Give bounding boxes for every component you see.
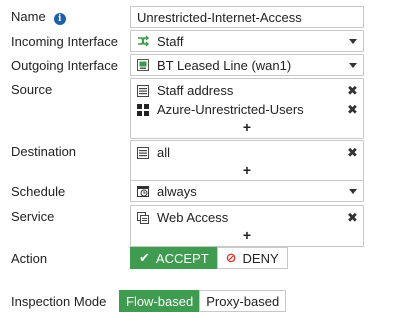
deny-icon: ⊘: [225, 250, 237, 265]
destination-field: all ✖ +: [130, 140, 364, 182]
close-icon[interactable]: ✖: [347, 102, 358, 118]
incoming-interface-label: Incoming Interface: [11, 34, 118, 49]
incoming-interface-select[interactable]: Staff: [130, 30, 364, 52]
accept-label: ACCEPT: [155, 250, 209, 266]
add-source-button[interactable]: +: [137, 119, 357, 135]
service-field: Web Access ✖ +: [130, 205, 364, 247]
flow-based-button[interactable]: Flow-based: [119, 290, 201, 312]
source-item-text: Azure-Unrestricted-Users: [157, 102, 304, 117]
close-icon[interactable]: ✖: [347, 83, 358, 99]
service-item-text: Web Access: [157, 210, 229, 225]
destination-label: Destination: [11, 144, 77, 159]
accept-button[interactable]: ✔ ACCEPT: [130, 247, 218, 269]
schedule-label: Schedule: [11, 184, 66, 199]
list-item[interactable]: Staff address ✖: [137, 81, 358, 100]
destination-item-text: all: [157, 145, 171, 160]
schedule-select[interactable]: always: [130, 180, 364, 202]
outgoing-interface-value: BT Leased Line (wan1): [157, 57, 292, 73]
deny-label: DENY: [242, 250, 279, 266]
proxy-based-button[interactable]: Proxy-based: [199, 290, 287, 312]
list-item[interactable]: Web Access ✖: [137, 208, 358, 227]
chevron-down-icon: [349, 38, 357, 44]
inspection-mode-label: Inspection Mode: [11, 294, 107, 309]
deny-button[interactable]: ⊘ DENY: [216, 247, 288, 269]
network-switch-icon: [137, 35, 149, 47]
name-value: Unrestricted-Internet-Access: [137, 10, 302, 25]
source-field: Staff address ✖ Azure-Unrestricted-Users…: [130, 78, 364, 139]
incoming-interface-value: Staff: [157, 33, 184, 49]
address-icon: [137, 146, 149, 159]
outgoing-interface-select[interactable]: BT Leased Line (wan1): [130, 54, 364, 76]
action-label: Action: [11, 251, 48, 266]
check-icon: ✔: [139, 250, 150, 265]
action-toggle: ✔ ACCEPT ⊘ DENY: [130, 247, 288, 269]
source-label: Source: [11, 82, 53, 97]
add-service-button[interactable]: +: [137, 227, 357, 243]
inspection-mode-toggle: Flow-based Proxy-based: [119, 290, 287, 312]
name-label-text: Name: [11, 9, 46, 24]
user-group-icon: [137, 103, 149, 116]
name-label: Name i: [11, 9, 66, 25]
close-icon[interactable]: ✖: [347, 145, 358, 161]
wan-port-icon: [137, 59, 149, 71]
add-destination-button[interactable]: +: [137, 162, 357, 178]
chevron-down-icon: [349, 62, 357, 68]
schedule-clock-icon: [137, 185, 149, 197]
source-item-text: Staff address: [157, 83, 234, 98]
list-item[interactable]: all ✖: [137, 143, 358, 162]
list-item[interactable]: Azure-Unrestricted-Users ✖: [137, 100, 358, 119]
close-icon[interactable]: ✖: [347, 210, 358, 226]
address-icon: [137, 84, 149, 97]
outgoing-interface-label: Outgoing Interface: [11, 58, 118, 73]
chevron-down-icon: [349, 188, 357, 194]
service-label: Service: [11, 209, 55, 224]
info-icon[interactable]: i: [53, 13, 66, 25]
service-group-icon: [137, 211, 149, 224]
name-field[interactable]: Unrestricted-Internet-Access: [130, 6, 364, 28]
schedule-value: always: [157, 183, 197, 199]
